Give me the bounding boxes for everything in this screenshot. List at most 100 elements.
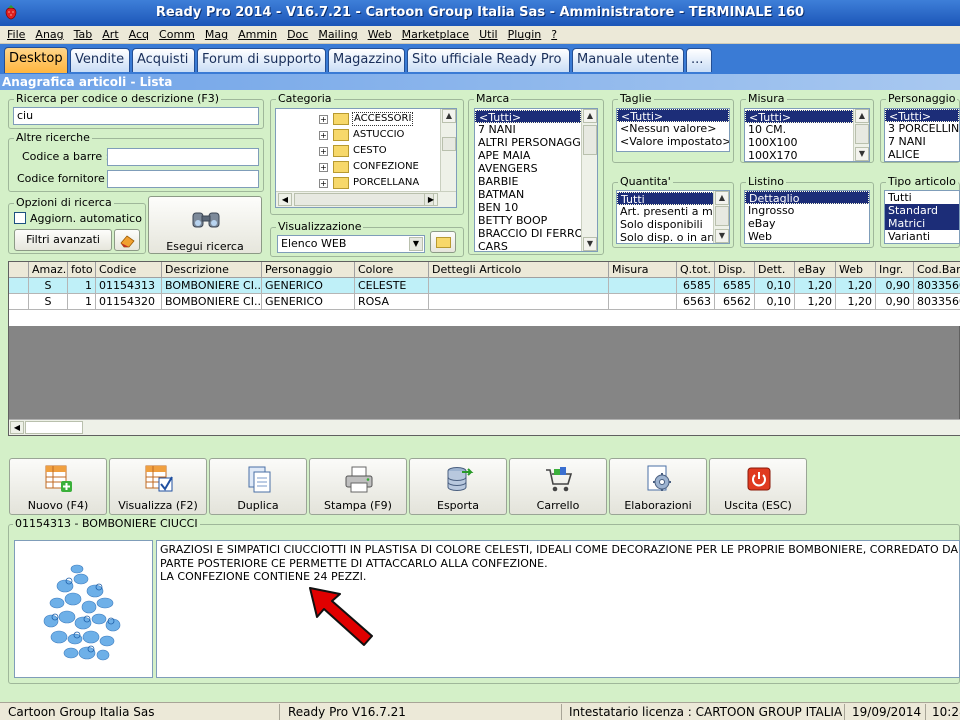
tree-item-cesto[interactable]: + CESTO xyxy=(276,143,442,159)
scroll-thumb[interactable] xyxy=(715,206,729,226)
misura-item[interactable]: 10 CM. xyxy=(745,123,853,136)
scroll-down-icon[interactable]: ▼ xyxy=(583,237,597,251)
column-header[interactable]: Codice xyxy=(96,262,162,278)
export-button[interactable]: Esporta xyxy=(409,458,507,515)
menu-plugin[interactable]: Plugin xyxy=(503,26,547,43)
duplicate-button[interactable]: Duplica xyxy=(209,458,307,515)
cart-button[interactable]: Carrello xyxy=(509,458,607,515)
misura-item[interactable]: 100X100 xyxy=(745,136,853,149)
menu-help[interactable]: ? xyxy=(546,26,562,43)
menu-acq[interactable]: Acq xyxy=(124,26,154,43)
row-indicator[interactable] xyxy=(9,294,29,310)
menu-art[interactable]: Art xyxy=(97,26,123,43)
menu-mag[interactable]: Mag xyxy=(200,26,233,43)
grid-hscroll[interactable]: ◀ xyxy=(9,419,960,435)
listino-listbox[interactable]: Dettaglio Ingrosso eBay Web xyxy=(744,190,870,244)
menu-doc[interactable]: Doc xyxy=(282,26,313,43)
expand-icon[interactable]: + xyxy=(319,115,328,124)
search-input[interactable]: ciu xyxy=(13,107,259,125)
scroll-left-icon[interactable]: ◀ xyxy=(10,421,24,434)
processing-button[interactable]: Elaborazioni xyxy=(609,458,707,515)
column-header[interactable]: Descrizione xyxy=(162,262,262,278)
scroll-down-icon[interactable]: ▼ xyxy=(715,229,729,243)
menu-util[interactable]: Util xyxy=(474,26,502,43)
tipo-articolo-item[interactable]: Matrici xyxy=(885,217,959,230)
column-header[interactable]: Dettegli Articolo xyxy=(429,262,609,278)
row-indicator[interactable] xyxy=(9,278,29,294)
marca-item[interactable]: <Tutti> xyxy=(475,110,581,123)
column-header[interactable]: Disp. xyxy=(715,262,755,278)
column-header[interactable]: Ingr. xyxy=(876,262,914,278)
listino-item[interactable]: Web xyxy=(745,230,869,243)
scroll-right-icon[interactable]: ▶ xyxy=(424,193,438,206)
tab-manuale-utente[interactable]: Manuale utente xyxy=(572,48,684,72)
scroll-thumb[interactable] xyxy=(25,421,83,434)
visualizzazione-select[interactable]: Elenco WEB ▼ xyxy=(277,235,425,253)
personaggio-item[interactable]: ALICE xyxy=(885,148,959,161)
taglie-item[interactable]: <Tutti> xyxy=(617,109,729,122)
tab-vendite[interactable]: Vendite xyxy=(70,48,130,72)
menu-marketplace[interactable]: Marketplace xyxy=(397,26,474,43)
barcode-input[interactable] xyxy=(107,148,259,166)
menu-web[interactable]: Web xyxy=(363,26,397,43)
new-button[interactable]: Nuovo (F4) xyxy=(9,458,107,515)
scroll-up-icon[interactable]: ▲ xyxy=(442,109,456,123)
marca-item[interactable]: AVENGERS xyxy=(475,162,581,175)
taglie-item[interactable]: <Valore impostato> xyxy=(617,135,729,148)
articles-grid[interactable]: Amaz. foto Codice Descrizione Personaggi… xyxy=(8,261,960,436)
tree-item-accessori[interactable]: + ACCESSORI xyxy=(276,111,442,127)
listino-item[interactable]: Dettaglio xyxy=(745,191,869,204)
tab-acquisti[interactable]: Acquisti xyxy=(132,48,195,72)
tree-item-porcellana[interactable]: + PORCELLANA xyxy=(276,175,442,191)
marca-item[interactable]: BARBIE xyxy=(475,175,581,188)
marca-item[interactable]: ALTRI PERSONAGGI xyxy=(475,136,581,149)
auto-update-checkbox[interactable] xyxy=(14,212,26,224)
categoria-vscroll[interactable]: ▲ xyxy=(440,109,456,191)
tipo-articolo-listbox[interactable]: Tutti Standard Matrici Varianti xyxy=(884,190,960,244)
view-button[interactable]: Visualizza (F2) xyxy=(109,458,207,515)
taglie-listbox[interactable]: <Tutti> <Nessun valore> <Valore impostat… xyxy=(616,108,730,152)
expand-icon[interactable]: + xyxy=(319,163,328,172)
column-header[interactable]: Amaz. xyxy=(29,262,68,278)
quantita-listbox[interactable]: Tutti Art. presenti a mag Solo disponibi… xyxy=(616,190,730,244)
print-button[interactable]: Stampa (F9) xyxy=(309,458,407,515)
marca-item[interactable]: CARS xyxy=(475,240,581,251)
marca-item[interactable]: APE MAIA xyxy=(475,149,581,162)
personaggio-listbox[interactable]: <Tutti> 3 PORCELLINI 7 NANI ALICE xyxy=(884,108,960,162)
column-header[interactable]: Q.tot. xyxy=(677,262,715,278)
scroll-up-icon[interactable]: ▲ xyxy=(855,109,869,123)
scroll-thumb[interactable] xyxy=(583,125,597,155)
scroll-left-icon[interactable]: ◀ xyxy=(278,193,292,206)
marca-vscroll[interactable]: ▲ ▼ xyxy=(581,109,597,251)
quantita-vscroll[interactable]: ▲ ▼ xyxy=(713,191,729,243)
menu-comm[interactable]: Comm xyxy=(154,26,200,43)
expand-icon[interactable]: + xyxy=(319,179,328,188)
menu-mailing[interactable]: Mailing xyxy=(313,26,362,43)
column-header[interactable]: Misura xyxy=(609,262,677,278)
product-description[interactable]: GRAZIOSI E SIMPATICI CIUCCIOTTI IN PLAST… xyxy=(156,540,960,678)
scroll-thumb[interactable] xyxy=(442,137,456,151)
expand-icon[interactable]: + xyxy=(319,147,328,156)
misura-vscroll[interactable]: ▲ ▼ xyxy=(853,109,869,161)
scroll-thumb[interactable] xyxy=(294,193,434,206)
quantita-item[interactable]: Art. presenti a mag xyxy=(617,205,715,218)
scroll-up-icon[interactable]: ▲ xyxy=(583,109,597,123)
marca-item[interactable]: BRACCIO DI FERRO xyxy=(475,227,581,240)
personaggio-item[interactable]: 3 PORCELLINI xyxy=(885,122,959,135)
tree-item-confezione[interactable]: + CONFEZIONE xyxy=(276,159,442,175)
menu-tab[interactable]: Tab xyxy=(69,26,98,43)
tab-magazzino[interactable]: Magazzino xyxy=(328,48,405,72)
tipo-articolo-item[interactable]: Standard xyxy=(885,204,959,217)
scroll-down-icon[interactable]: ▼ xyxy=(855,147,869,161)
marca-item[interactable]: BETTY BOOP xyxy=(475,214,581,227)
menu-file[interactable]: File xyxy=(2,26,30,43)
advanced-filters-button[interactable]: Filtri avanzati xyxy=(14,229,112,251)
tipo-articolo-item[interactable]: Varianti xyxy=(885,230,959,243)
categoria-hscroll[interactable]: ◀ ▶ xyxy=(276,191,456,207)
quantita-item[interactable]: Solo disponibili xyxy=(617,218,715,231)
column-header[interactable]: Personaggio xyxy=(262,262,355,278)
table-row[interactable]: S 1 01154313 BOMBONIERE CI... GENERICO C… xyxy=(9,278,960,294)
marca-item[interactable]: BEN 10 xyxy=(475,201,581,214)
categoria-tree[interactable]: + ACCESSORI + ASTUCCIO + CESTO + CONFEZI… xyxy=(275,108,457,208)
column-header[interactable]: foto xyxy=(68,262,96,278)
